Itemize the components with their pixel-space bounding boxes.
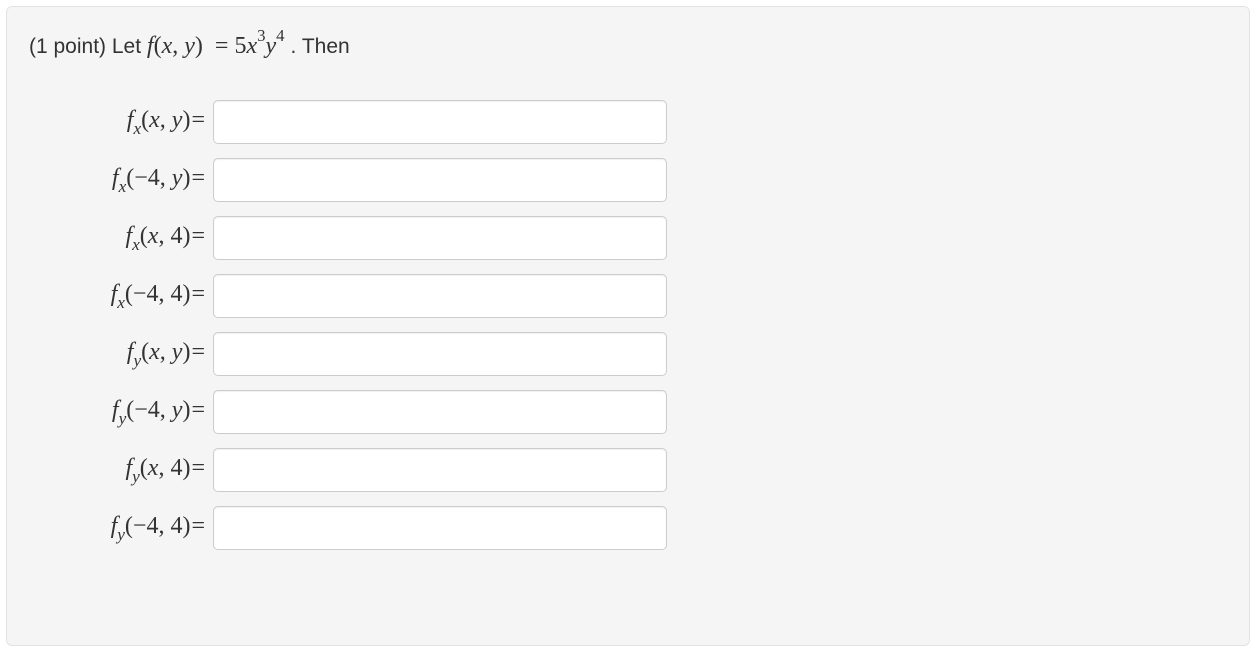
answer-row: fy(−4, y)=: [29, 386, 1227, 438]
derivative-label: fx(x, y): [127, 107, 191, 133]
answer-label: fx(x, 4)=: [29, 223, 209, 254]
input-cell: [209, 216, 667, 260]
problem-panel: (1 point) Let f(x, y) = 5x3y4 . Then fx(…: [6, 6, 1250, 646]
prompt-suffix: . Then: [291, 35, 350, 58]
answer-label: fx(−4, y)=: [29, 165, 209, 196]
answer-input-2[interactable]: [213, 158, 667, 202]
subscript: x: [119, 177, 127, 196]
equals-sign: =: [190, 107, 205, 133]
label-args: (x, y): [141, 107, 190, 133]
label-args: (−4, y): [126, 397, 190, 423]
label-args: (x, 4): [140, 223, 191, 249]
answer-input-8[interactable]: [213, 506, 667, 550]
answer-input-4[interactable]: [213, 274, 667, 318]
answer-rows: fx(x, y)=fx(−4, y)=fx(x, 4)=fx(−4, 4)=fy…: [29, 96, 1227, 554]
equals-sign: =: [190, 339, 205, 365]
equals-sign: =: [190, 223, 205, 249]
input-cell: [209, 448, 667, 492]
function-definition: f(x, y) = 5x3y4: [147, 33, 291, 59]
equals-sign: =: [190, 165, 205, 191]
answer-input-6[interactable]: [213, 390, 667, 434]
input-cell: [209, 390, 667, 434]
answer-row: fx(x, 4)=: [29, 212, 1227, 264]
subscript: y: [119, 409, 127, 428]
answer-label: fx(−4, 4)=: [29, 281, 209, 312]
answer-label: fy(x, y)=: [29, 339, 209, 370]
equals-sign: =: [190, 397, 205, 423]
label-args: (−4, 4): [125, 513, 191, 539]
input-cell: [209, 158, 667, 202]
label-args: (x, 4): [140, 455, 191, 481]
points-text: (1 point) Let: [29, 35, 147, 58]
input-cell: [209, 506, 667, 550]
derivative-label: fx(−4, 4): [111, 281, 191, 307]
derivative-label: fy(−4, y): [112, 397, 191, 423]
input-cell: [209, 274, 667, 318]
problem-prompt: (1 point) Let f(x, y) = 5x3y4 . Then: [29, 29, 1227, 60]
derivative-label: fx(x, 4): [125, 223, 190, 249]
answer-label: fy(−4, y)=: [29, 397, 209, 428]
equals-sign: =: [190, 281, 205, 307]
derivative-label: fx(−4, y): [112, 165, 191, 191]
answer-label: fy(x, 4)=: [29, 455, 209, 486]
subscript: y: [133, 351, 141, 370]
equals-sign: =: [190, 513, 205, 539]
answer-row: fx(−4, y)=: [29, 154, 1227, 206]
label-args: (x, y): [141, 339, 190, 365]
subscript: y: [132, 467, 140, 486]
answer-row: fx(x, y)=: [29, 96, 1227, 148]
subscript: x: [133, 119, 141, 138]
derivative-label: fy(x, 4): [125, 455, 190, 481]
label-args: (−4, 4): [125, 281, 191, 307]
input-cell: [209, 332, 667, 376]
answer-input-1[interactable]: [213, 100, 667, 144]
answer-row: fx(−4, 4)=: [29, 270, 1227, 322]
subscript: x: [117, 293, 125, 312]
answer-label: fy(−4, 4)=: [29, 513, 209, 544]
answer-input-5[interactable]: [213, 332, 667, 376]
answer-row: fy(x, 4)=: [29, 444, 1227, 496]
answer-input-3[interactable]: [213, 216, 667, 260]
subscript: y: [117, 525, 125, 544]
answer-input-7[interactable]: [213, 448, 667, 492]
answer-row: fy(−4, 4)=: [29, 502, 1227, 554]
label-args: (−4, y): [126, 165, 190, 191]
equals-sign: =: [190, 455, 205, 481]
answer-row: fy(x, y)=: [29, 328, 1227, 380]
derivative-label: fy(x, y): [127, 339, 191, 365]
input-cell: [209, 100, 667, 144]
derivative-label: fy(−4, 4): [111, 513, 191, 539]
answer-label: fx(x, y)=: [29, 107, 209, 138]
subscript: x: [132, 235, 140, 254]
